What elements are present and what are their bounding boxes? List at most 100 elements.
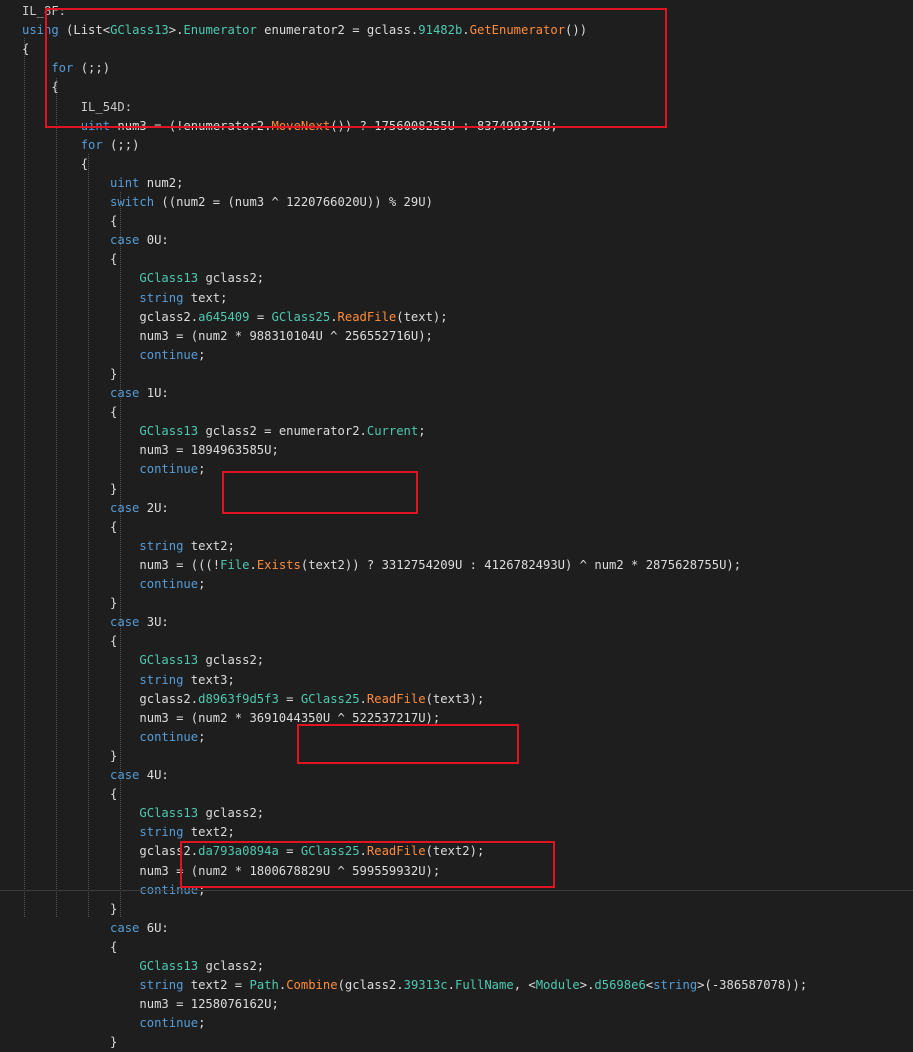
code-line: for (;;) xyxy=(22,136,140,155)
code-token: (text); xyxy=(396,309,448,324)
highlight-box-readfile xyxy=(297,724,519,764)
editor-divider xyxy=(0,890,913,891)
code-token: { xyxy=(22,787,118,802)
code-token: num3 = (((! xyxy=(22,557,221,572)
code-line: continue; xyxy=(22,575,205,594)
code-token: gclass2; xyxy=(198,806,265,821)
code-token: (text2)) ? 3312754209U : 4126782493U) ^ … xyxy=(300,557,742,572)
code-token: num3 = (num2 * 3691044350U ^ 522537217U)… xyxy=(22,710,441,725)
code-token: , < xyxy=(513,978,536,993)
code-token: string xyxy=(22,672,184,687)
code-token: 39313c xyxy=(403,978,448,993)
code-token: = xyxy=(249,309,272,324)
highlight-box-enumerator-loop xyxy=(45,8,667,128)
code-line: string text3; xyxy=(22,671,234,690)
code-token: string xyxy=(22,978,184,993)
code-token: case xyxy=(22,386,140,400)
code-token: } xyxy=(22,366,118,381)
code-token: ReadFile xyxy=(337,309,397,324)
highlight-box-file-exists xyxy=(222,471,418,514)
code-token: { xyxy=(22,214,118,229)
code-line: num3 = 1894963585U; xyxy=(22,441,279,460)
code-token: continue xyxy=(22,462,199,477)
code-token: { xyxy=(22,252,118,267)
code-token: 6U: xyxy=(139,920,169,935)
code-token: . xyxy=(278,978,287,993)
code-token: (gclass2. xyxy=(337,978,404,993)
code-token: . xyxy=(359,691,367,706)
code-line: { xyxy=(22,518,117,537)
code-line: { xyxy=(22,40,29,59)
code-token: d8963f9d5f3 xyxy=(198,691,279,706)
code-token: Current xyxy=(366,424,419,439)
code-line: case 1U: xyxy=(22,384,169,403)
code-token: . xyxy=(447,978,455,993)
code-token: gclass2; xyxy=(198,271,265,286)
code-line: } xyxy=(22,747,117,766)
code-token: { xyxy=(22,519,118,534)
code-token: >. xyxy=(579,978,595,993)
code-line: GClass13 gclass2; xyxy=(22,957,264,976)
code-token: >(-386587078)); xyxy=(697,978,808,993)
code-token: { xyxy=(22,156,89,171)
code-line: continue; xyxy=(22,1014,205,1033)
code-line: GClass13 gclass2; xyxy=(22,269,264,288)
code-line: string text2; xyxy=(22,823,234,842)
code-token: { xyxy=(22,42,30,57)
code-token: a645409 xyxy=(198,309,250,324)
code-line: GClass13 gclass2; xyxy=(22,651,264,670)
code-token: gclass2. xyxy=(22,691,199,706)
code-token: ; xyxy=(198,462,206,477)
code-token: } xyxy=(22,596,118,611)
code-line: continue; xyxy=(22,728,205,747)
code-token: uint xyxy=(22,175,140,190)
code-line: case 4U: xyxy=(22,766,169,785)
code-token: ; xyxy=(198,347,206,362)
code-line: uint num2; xyxy=(22,174,183,193)
code-line: { xyxy=(22,785,117,804)
code-token: gclass2. xyxy=(22,844,199,859)
code-line: { xyxy=(22,155,88,174)
code-token: GClass13 xyxy=(22,424,199,439)
code-token: { xyxy=(22,939,118,954)
code-line: gclass2.a645409 = GClass25.ReadFile(text… xyxy=(22,308,448,327)
code-token: (;;) xyxy=(102,137,140,152)
code-token: GClass25 xyxy=(271,309,331,324)
code-token: ; xyxy=(198,729,206,744)
code-token: ; xyxy=(198,577,206,591)
code-token: GClass13 xyxy=(22,653,199,668)
code-line: { xyxy=(22,250,117,269)
code-token: num3 = 1258076162U; xyxy=(22,997,279,1012)
code-line: string text2; xyxy=(22,537,235,556)
code-line: case 3U: xyxy=(22,613,169,632)
code-token: } xyxy=(22,748,118,763)
code-token: GClass13 xyxy=(22,959,199,973)
code-token: string xyxy=(22,290,184,305)
code-line: switch ((num2 = (num3 ^ 1220766020U)) % … xyxy=(22,193,433,212)
code-token: Exists xyxy=(256,557,301,572)
code-line: } xyxy=(22,480,117,499)
code-line: case 0U: xyxy=(22,231,169,250)
code-token: { xyxy=(22,405,118,420)
code-token: GClass25 xyxy=(300,691,360,706)
code-line: string text2 = Path.Combine(gclass2.3931… xyxy=(22,976,807,995)
code-token: text; xyxy=(183,290,228,305)
code-token: case xyxy=(22,768,140,782)
code-token: gclass2 = enumerator2. xyxy=(198,424,367,439)
code-line: GClass13 gclass2; xyxy=(22,804,264,823)
highlight-box-path-combine xyxy=(180,841,555,888)
code-token: case xyxy=(22,615,140,630)
code-token: gclass2; xyxy=(198,959,265,973)
code-token: num3 = 1894963585U; xyxy=(22,443,279,458)
code-token: for xyxy=(22,137,103,152)
code-token: case xyxy=(22,920,140,935)
code-token: GClass13 xyxy=(22,271,199,286)
code-editor[interactable]: IL_8F: using (List<GClass13>.Enumerator e… xyxy=(0,0,913,1049)
code-line: } xyxy=(22,594,117,613)
code-line: { xyxy=(22,938,117,957)
code-token: text2; xyxy=(183,538,235,553)
code-token: continue xyxy=(22,1016,199,1031)
code-token: case xyxy=(22,233,140,248)
code-token: ((num2 = (num3 ^ 1220766020U)) % 29U) xyxy=(154,195,433,209)
code-token: continue xyxy=(22,729,199,744)
